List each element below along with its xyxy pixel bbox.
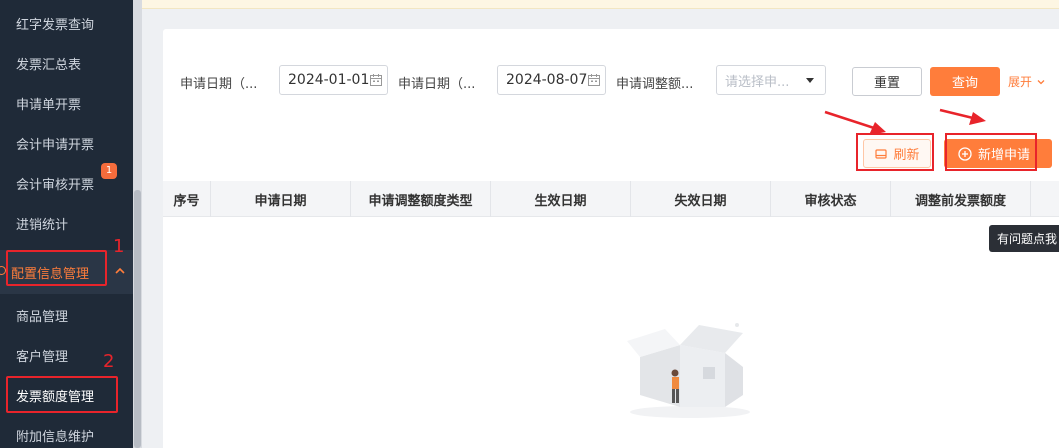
empty-state-box-icon [627,323,750,418]
caret-down-icon [806,78,814,83]
date-input-end[interactable]: 2024-08-07 [497,65,606,95]
calendar-icon [588,74,600,86]
sidebar-item-accounting-apply-invoice[interactable]: 会计申请开票 [0,123,133,163]
column-header-index[interactable]: 序号 [163,181,211,217]
sidebar-item-label: 商品管理 [16,309,69,325]
sidebar-group-label: 配置信息管理 [11,266,90,282]
expand-label: 展开 [1008,75,1033,89]
sidebar-item-label: 附加信息维护 [16,429,95,445]
sidebar-scrollbar[interactable] [133,0,142,448]
sidebar-item-label: 发票汇总表 [16,57,82,73]
column-header-quota-type[interactable]: 申请调整额度类型 [351,181,491,217]
date-input-start[interactable]: 2024-01-01 [279,65,388,95]
notification-badge: 1 [101,163,117,179]
sidebar-item-application-invoicing[interactable]: 申请单开票 [0,83,133,123]
annotation-number-1: 1 [113,236,125,257]
refresh-icon [875,148,888,159]
top-notice-strip [142,0,1059,9]
plus-circle-icon [958,146,972,161]
date-value: 2024-08-07 [506,72,588,88]
sidebar-item-label: 会计审核开票 [16,177,95,193]
chevron-up-icon [115,267,125,274]
reset-button[interactable]: 重置 [852,67,922,96]
add-application-button[interactable]: 新增申请 [944,139,1052,168]
sidebar-item-red-invoice-query[interactable]: 红字发票查询 [0,3,133,43]
sidebar-item-label: 红字发票查询 [16,17,95,33]
table-header: 序号 申请日期 申请调整额度类型 生效日期 失效日期 审核状态 调整前发票额度 [163,181,1059,217]
sidebar-item-product-management[interactable]: 商品管理 [0,295,133,335]
reset-button-label: 重置 [873,76,900,91]
help-tooltip-text: 有问题点我 [997,232,1058,246]
add-application-label: 新增申请 [978,148,1031,163]
chevron-down-icon [1037,79,1045,84]
quota-type-select[interactable]: 请选择申... [716,65,826,95]
filter-label-quota-type: 申请调整额... [616,77,694,92]
sidebar-item-label: 客户管理 [16,349,69,365]
help-tooltip[interactable]: 有问题点我 [989,225,1059,252]
sidebar-item-invoice-quota-management[interactable]: 发票额度管理 [0,375,133,415]
sidebar: 红字发票查询 发票汇总表 申请单开票 会计申请开票 会计审核开票 1 进销统计 … [0,0,133,448]
sidebar-item-label: 会计申请开票 [16,137,95,153]
refresh-button[interactable]: 刷新 [863,139,931,168]
column-header-expiry-date[interactable]: 失效日期 [631,181,771,217]
sidebar-item-invoice-summary[interactable]: 发票汇总表 [0,43,133,83]
sidebar-item-label: 进销统计 [16,217,69,233]
sidebar-item-label: 申请单开票 [16,97,82,113]
scrollbar-thumb[interactable] [134,190,141,448]
calendar-icon [370,74,382,86]
date-value: 2024-01-01 [288,72,370,88]
column-header-prior-quota[interactable]: 调整前发票额度 [891,181,1031,217]
filter-label-apply-date-start: 申请日期（... [180,77,258,92]
select-placeholder: 请选择申... [725,74,790,90]
refresh-button-label: 刷新 [893,148,920,163]
query-button[interactable]: 查询 [930,67,1000,96]
expand-toggle[interactable]: 展开 [1008,73,1046,90]
sidebar-item-label: 发票额度管理 [16,389,95,405]
query-button-label: 查询 [951,76,978,91]
sidebar-item-additional-info[interactable]: 附加信息维护 [0,415,133,448]
annotation-number-2: 2 [103,351,115,372]
filter-label-apply-date-end: 申请日期（... [398,77,476,92]
column-header-effective-date[interactable]: 生效日期 [491,181,631,217]
column-header-apply-date[interactable]: 申请日期 [211,181,351,217]
column-header-review-status[interactable]: 审核状态 [771,181,891,217]
